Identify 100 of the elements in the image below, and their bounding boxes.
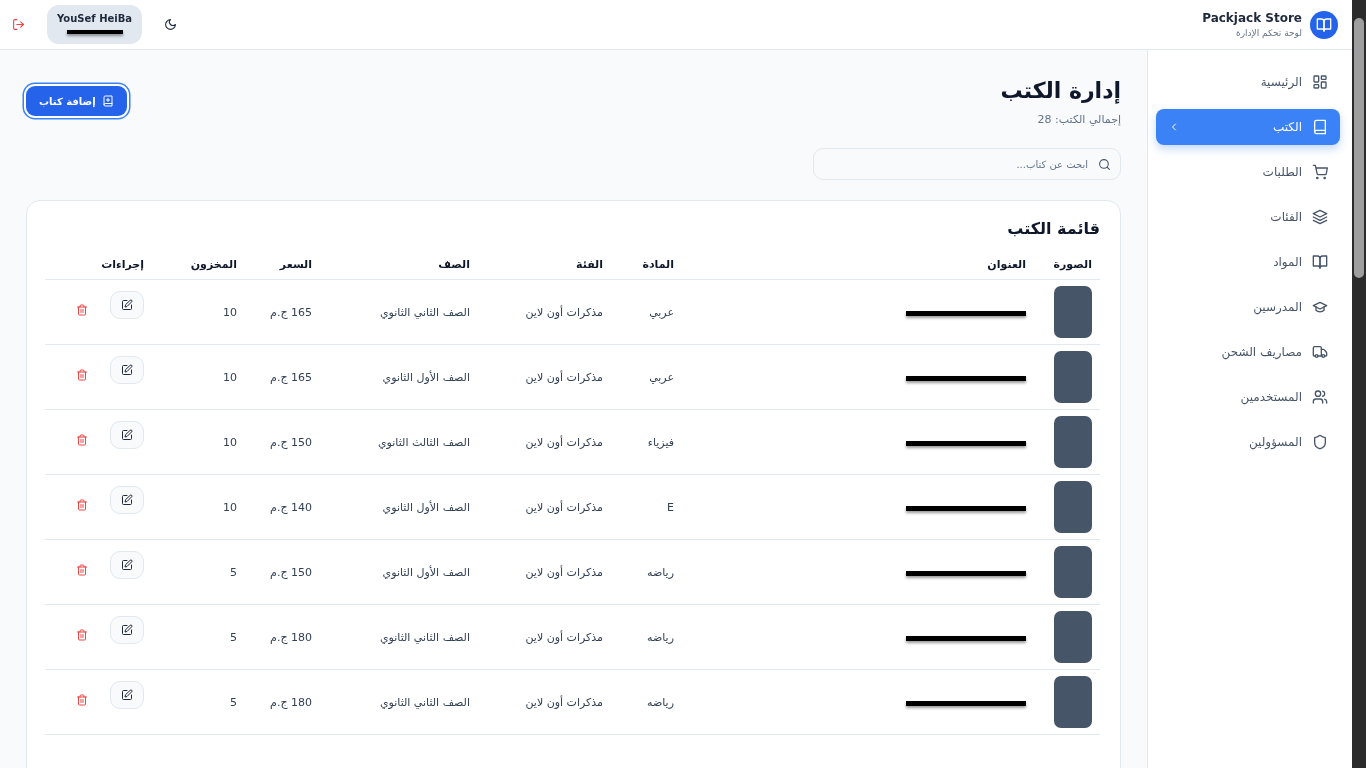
table-cell: رياضه [647,630,674,644]
sidebar-item[interactable]: الطلبات [1156,154,1340,190]
trash-icon [76,304,88,316]
edit-button[interactable] [110,486,144,514]
table-cell: E [667,500,674,514]
table-cell: مذكرات أون لاين [525,435,603,449]
column-header: السعر [245,258,320,280]
table-cell: الصف الثاني الثانوي [379,305,470,319]
card-title: قائمة الكتب [1006,219,1100,238]
cart-icon [1312,164,1328,180]
sidebar-item[interactable]: الفئات [1156,199,1340,235]
redaction-mark [66,30,123,34]
table-cell: 10 [223,370,237,384]
sidebar-item[interactable]: الكتب [1156,109,1340,145]
book-cover-placeholder [1054,416,1092,468]
column-header: المادة [611,258,682,280]
delete-button[interactable] [76,499,88,511]
table-cell: رياضه [647,565,674,579]
book-plus-icon [101,95,114,107]
column-header: المخزون [152,258,245,280]
sidebar-item[interactable]: المستخدمين [1156,379,1340,415]
delete-button[interactable] [76,564,88,576]
table-cell: 10 [223,305,237,319]
delete-button[interactable] [76,434,88,446]
brand-subtitle: لوحة تحكم الإدارة [1235,28,1302,38]
truck-icon [1312,344,1328,360]
delete-button[interactable] [76,369,88,381]
edit-button[interactable] [110,291,144,319]
edit-icon [121,429,133,441]
table-cell: 5 [230,565,237,579]
total-count: إجمالي الكتب: 28 [1036,113,1121,126]
table-cell: مذكرات أون لاين [525,370,603,384]
trash-icon [76,499,88,511]
book-cover-placeholder [1054,676,1092,728]
column-header: الصف [320,258,478,280]
table-cell: 150 ج.م [270,565,312,579]
user-name: YouSef HeiBa [57,13,133,24]
logout-icon [12,18,25,31]
edit-button[interactable] [110,356,144,384]
table-cell: 180 ج.م [270,695,312,709]
book-cover-placeholder [1054,611,1092,663]
sidebar-item[interactable]: مصاريف الشحن [1156,334,1340,370]
table-cell: مذكرات أون لاين [525,565,603,579]
logout-button[interactable] [12,18,25,31]
graduation-cap-icon [1312,299,1328,315]
book-cover-placeholder [1054,481,1092,533]
column-header: العنوان [682,258,1034,280]
delete-button[interactable] [76,629,88,641]
column-header: الفئة [478,258,611,280]
edit-icon [121,624,133,636]
add-book-button[interactable]: إضافة كتاب [26,86,127,116]
trash-icon [76,629,88,641]
delete-button[interactable] [76,694,88,706]
sidebar-item[interactable]: المسؤولين [1156,424,1340,460]
delete-button[interactable] [76,304,88,316]
table-cell: 5 [230,695,237,709]
table-cell: 5 [230,630,237,644]
table-cell: الصف الأول الثانوي [382,370,470,384]
table-cell: مذكرات أون لاين [525,500,603,514]
column-header: الصورة [1034,258,1100,280]
open-book-icon [1316,16,1332,33]
open-book-icon [1312,254,1328,270]
edit-button[interactable] [110,421,144,449]
search-field[interactable]: ابحث عن كتاب... [813,148,1121,180]
table-cell: رياضه [647,695,674,709]
trash-icon [76,434,88,446]
table-cell: الصف الثاني الثانوي [379,630,470,644]
theme-toggle-button[interactable] [164,18,178,31]
table-cell: مذكرات أون لاين [525,630,603,644]
table-cell: الصف الثاني الثانوي [379,695,470,709]
table-cell: 10 [223,500,237,514]
users-icon [1312,389,1328,405]
layers-icon [1312,209,1328,225]
sidebar-item[interactable]: الرئيسية [1156,64,1340,100]
edit-button[interactable] [110,681,144,709]
moon-icon [164,18,178,31]
table-cell: 10 [223,435,237,449]
brand-name: Packjack Store [1202,11,1302,25]
table-cell: الصف الأول الثانوي [382,500,470,514]
book-icon [1312,119,1328,135]
table-cell: 165 ج.م [270,305,312,319]
sidebar-item[interactable]: المدرسين [1156,289,1340,325]
table-cell: عربي [649,305,674,319]
book-cover-placeholder [1054,546,1092,598]
table-cell: 180 ج.م [270,630,312,644]
edit-icon [121,559,133,571]
scrollbar-thumb[interactable] [1354,18,1364,278]
edit-button[interactable] [110,616,144,644]
edit-icon [121,689,133,701]
column-header: إجراءات [45,258,152,280]
edit-button[interactable] [110,551,144,579]
table-cell: فيزياء [647,435,674,449]
edit-icon [121,494,133,506]
table-cell: 140 ج.م [270,500,312,514]
user-chip[interactable]: YouSef HeiBa [47,5,143,44]
table-cell: الصف الأول الثانوي [382,565,470,579]
search-icon [1098,158,1111,171]
sidebar-item[interactable]: المواد [1156,244,1340,280]
table-cell: عربي [649,370,674,384]
trash-icon [76,694,88,706]
